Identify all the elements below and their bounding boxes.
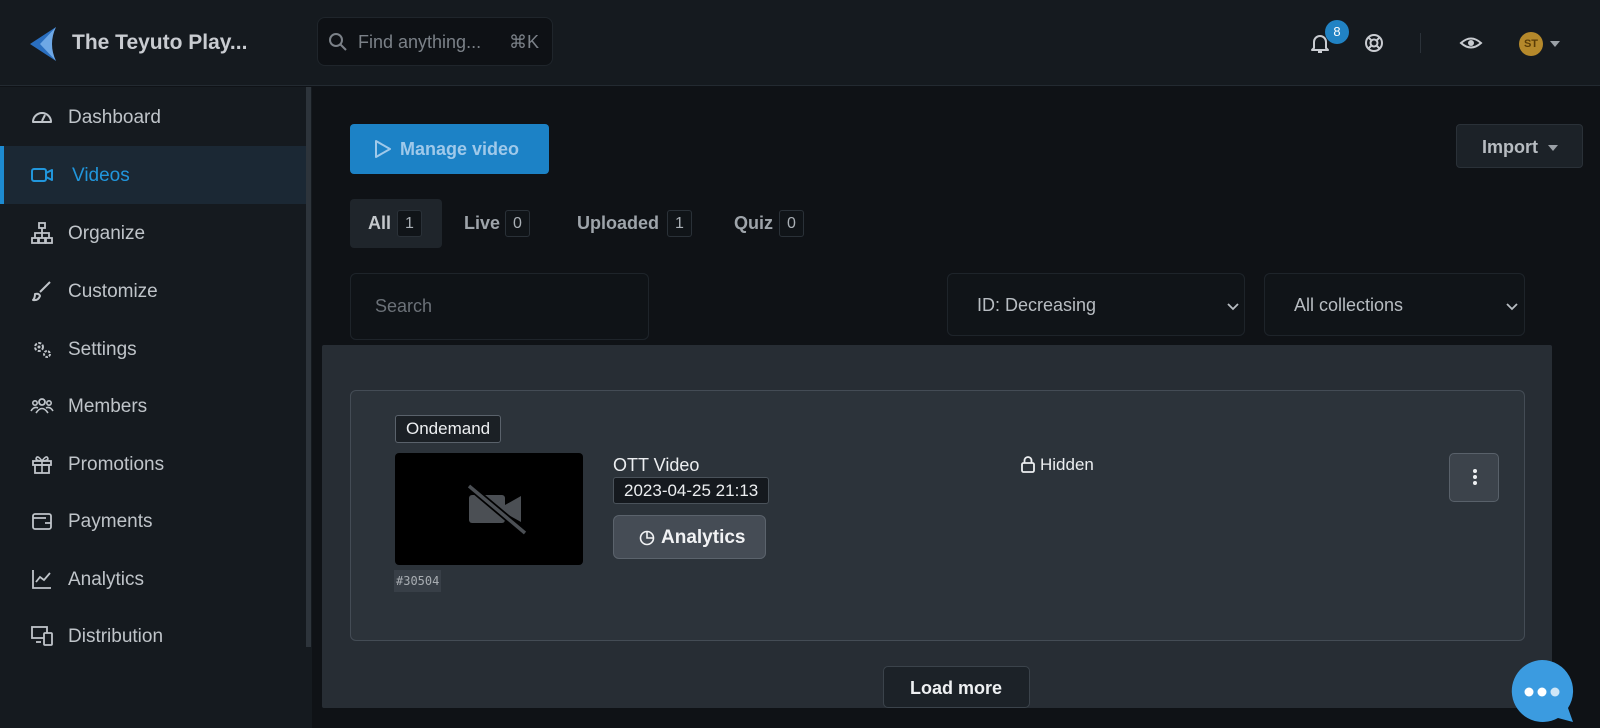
sitemap-icon (31, 222, 53, 244)
tab-label: All (368, 213, 392, 233)
chat-support-icon[interactable] (1509, 658, 1575, 723)
sidebar-item-label: Settings (68, 339, 137, 360)
sidebar-item-settings[interactable]: Settings (0, 320, 306, 378)
tab-label: Uploaded (577, 213, 660, 233)
line-chart-icon (32, 570, 51, 589)
sidebar: Dashboard Videos Organize Customize Sett… (0, 87, 312, 728)
notification-count-badge: 8 (1325, 20, 1349, 44)
sidebar-item-label: Distribution (68, 626, 164, 647)
eye-icon[interactable] (1459, 31, 1483, 55)
pie-chart-icon (639, 530, 655, 546)
video-more-options-button[interactable] (1449, 453, 1499, 502)
kebab-dot (1473, 475, 1477, 479)
topbar-divider (1420, 33, 1421, 53)
sidebar-item-analytics[interactable]: Analytics (0, 550, 306, 608)
video-id: #30504 (394, 570, 442, 592)
sidebar-item-label: Organize (68, 223, 146, 244)
kebab-dot (1473, 469, 1477, 473)
tab-count: 0 (779, 210, 804, 237)
manage-video-label: Manage video (400, 139, 520, 159)
sidebar-item-distribution[interactable]: Distribution (0, 607, 306, 665)
analytics-button-label: Analytics (661, 527, 746, 548)
sort-select[interactable]: ID: Decreasing (947, 273, 1245, 336)
gift-icon (32, 456, 52, 474)
import-label: Import (1482, 137, 1538, 157)
video-visibility: Hidden (1020, 455, 1094, 478)
tab-label: Live (464, 213, 501, 233)
sidebar-item-label: Promotions (68, 454, 165, 475)
global-search[interactable]: Find anything... ⌘K (317, 17, 553, 66)
sidebar-item-payments[interactable]: Payments (0, 492, 306, 550)
sidebar-item-videos[interactable]: Videos (0, 146, 306, 204)
video-analytics-button[interactable]: Analytics (613, 515, 766, 559)
sidebar-item-members[interactable]: Members (0, 377, 306, 435)
tab-live[interactable]: Live 0 (446, 199, 546, 248)
global-search-placeholder: Find anything... (358, 32, 482, 52)
sidebar-item-label: Videos (72, 165, 130, 186)
top-bar: The Teyuto Play... Find anything... ⌘K 8… (0, 0, 1600, 86)
sidebar-item-label: Analytics (68, 569, 145, 590)
load-more-button[interactable]: Load more (883, 666, 1030, 708)
collection-select-value: All collections (1294, 295, 1404, 315)
sidebar-item-promotions[interactable]: Promotions (0, 435, 306, 493)
gears-icon (34, 342, 51, 358)
devices-icon (31, 626, 53, 646)
visibility-label: Hidden (1040, 455, 1094, 474)
lock-icon (1021, 456, 1035, 473)
video-search-input[interactable] (350, 273, 649, 340)
sidebar-item-organize[interactable]: Organize (0, 204, 306, 262)
wallet-icon (32, 513, 52, 530)
video-type-tag: Ondemand (395, 415, 502, 443)
video-date: 2023-04-25 21:13 (613, 477, 770, 504)
users-icon (30, 398, 54, 414)
tab-count: 0 (505, 210, 530, 237)
gauge-icon (32, 112, 52, 123)
user-avatar[interactable]: ST (1519, 32, 1543, 56)
sidebar-item-label: Dashboard (68, 107, 161, 128)
video-camera-icon (31, 168, 53, 182)
sidebar-item-label: Customize (68, 281, 158, 302)
chevron-down-icon (1227, 303, 1239, 311)
brush-icon (32, 281, 51, 302)
tab-quiz[interactable]: Quiz 0 (716, 199, 816, 248)
search-shortcut-hint: ⌘K (509, 32, 540, 52)
video-title[interactable]: OTT Video (613, 455, 699, 476)
load-more-label: Load more (910, 678, 1003, 698)
user-menu-caret-icon[interactable] (1550, 41, 1560, 47)
sidebar-scrollbar[interactable] (306, 87, 311, 647)
video-off-icon (466, 483, 527, 535)
sort-select-value: ID: Decreasing (977, 295, 1097, 315)
chevron-down-icon (1506, 303, 1518, 311)
tab-count: 1 (667, 210, 692, 237)
manage-video-button[interactable]: Manage video (350, 124, 549, 174)
sidebar-item-customize[interactable]: Customize (0, 262, 306, 320)
help-lifebuoy-icon[interactable] (1362, 31, 1386, 55)
brand-name[interactable]: The Teyuto Play... (72, 31, 247, 55)
import-caret-icon (1548, 145, 1558, 151)
search-icon (329, 33, 347, 51)
video-thumbnail[interactable] (395, 453, 583, 565)
teyuto-logo-icon[interactable] (26, 25, 56, 63)
tab-label: Quiz (734, 213, 773, 233)
kebab-dot (1473, 481, 1477, 485)
tab-all[interactable]: All 1 (350, 199, 442, 248)
sidebar-item-label: Members (68, 396, 148, 417)
sidebar-item-dashboard[interactable]: Dashboard (0, 88, 306, 146)
sidebar-item-label: Payments (68, 511, 153, 532)
collection-select[interactable]: All collections (1264, 273, 1525, 336)
play-icon (375, 140, 391, 158)
tab-count: 1 (397, 210, 422, 237)
tab-uploaded[interactable]: Uploaded 1 (559, 199, 709, 248)
import-dropdown-button[interactable]: Import (1456, 124, 1583, 168)
